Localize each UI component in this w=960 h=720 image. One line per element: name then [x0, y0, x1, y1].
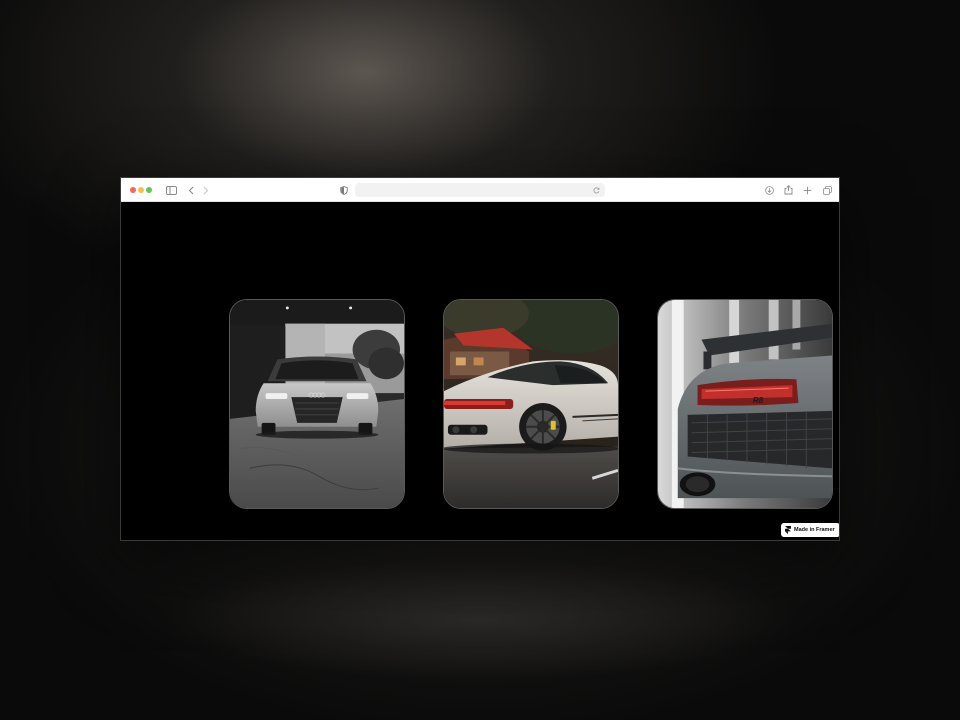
- shield-icon[interactable]: [337, 183, 351, 197]
- share-icon[interactable]: [781, 183, 795, 197]
- plus-icon[interactable]: [800, 183, 814, 197]
- gallery-card[interactable]: [443, 299, 619, 509]
- badge-label: Made in Framer: [794, 527, 835, 533]
- svg-text:R8: R8: [753, 396, 764, 405]
- tabs-overview-icon[interactable]: [820, 183, 834, 197]
- gallery-card[interactable]: [229, 299, 405, 509]
- framer-logo-icon: [785, 526, 791, 534]
- close-window-button[interactable]: [130, 187, 136, 193]
- download-icon[interactable]: [762, 183, 776, 197]
- minimize-window-button[interactable]: [138, 187, 144, 193]
- backdrop-glow: [160, 560, 800, 680]
- car-photo-r8-rear: R8: [658, 300, 832, 508]
- browser-toolbar: [121, 178, 839, 202]
- address-bar[interactable]: [355, 183, 605, 197]
- sidebar-icon[interactable]: [164, 183, 178, 197]
- car-photo-porsche-rear: [444, 300, 618, 508]
- reload-icon[interactable]: [590, 184, 602, 196]
- maximize-window-button[interactable]: [146, 187, 152, 193]
- chevron-right-icon[interactable]: [199, 183, 213, 197]
- page-viewport: R8 Made in Framer: [121, 202, 839, 540]
- car-photo-audi-front: [230, 300, 404, 508]
- chevron-left-icon[interactable]: [184, 183, 198, 197]
- browser-window: R8 Made in Framer: [120, 177, 840, 541]
- made-in-framer-badge[interactable]: Made in Framer: [781, 523, 839, 537]
- gallery-card[interactable]: R8: [657, 299, 833, 509]
